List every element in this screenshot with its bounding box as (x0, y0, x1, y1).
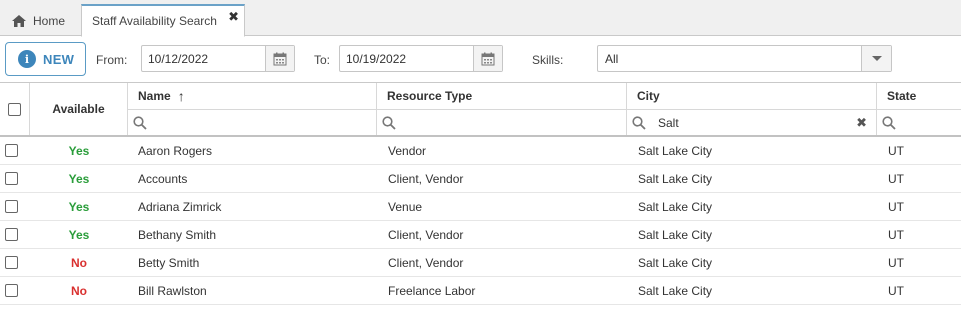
cell-resource-type: Client, Vendor (388, 256, 464, 270)
select-all-checkbox[interactable] (8, 102, 21, 116)
cell-resource-type: Venue (388, 200, 423, 214)
from-calendar-button[interactable] (265, 46, 294, 71)
tab-home[interactable]: Home (12, 5, 65, 36)
skills-select-value: All (605, 51, 619, 66)
column-header-resource-type[interactable]: Resource Type (377, 83, 627, 109)
cell-city: Salt Lake City (638, 200, 713, 214)
from-label: From: (96, 53, 128, 67)
search-icon (133, 115, 147, 130)
home-icon (12, 14, 26, 27)
column-header-state[interactable]: State (877, 83, 961, 109)
table-row[interactable]: Yes Adriana Zimrick Venue Salt Lake City UT (0, 193, 961, 221)
cell-name: Aaron Rogers (138, 144, 213, 158)
row-checkbox[interactable] (5, 256, 18, 269)
cell-resource-type: Client, Vendor (388, 228, 464, 242)
tab-home-label: Home (33, 13, 66, 28)
search-icon (882, 115, 896, 130)
cell-resource-type: Client, Vendor (388, 172, 464, 186)
cell-state: UT (888, 144, 904, 158)
cell-state: UT (888, 200, 904, 214)
search-icon (382, 115, 396, 130)
cell-city: Salt Lake City (638, 284, 713, 298)
cell-state: UT (888, 228, 904, 242)
table-row[interactable]: Yes Accounts Client, Vendor Salt Lake City U… (0, 165, 961, 193)
staff-grid: Available Name ↑ Resource Type City Stat… (0, 82, 961, 315)
column-header-available[interactable]: Available (30, 83, 128, 135)
cell-resource-type: Freelance Labor (388, 284, 476, 298)
cell-name: Bill Rawlston (138, 284, 207, 298)
search-icon (632, 115, 646, 130)
column-header-name[interactable]: Name ↑ (128, 83, 377, 109)
cell-name: Adriana Zimrick (138, 200, 222, 214)
tab-bar: Home Staff Availability Search ✖ (0, 0, 961, 37)
cell-available: Yes (68, 144, 90, 158)
cell-name: Accounts (138, 172, 188, 186)
row-checkbox[interactable] (5, 228, 18, 241)
cell-state: UT (888, 284, 904, 298)
to-calendar-button[interactable] (473, 46, 502, 71)
tab-active-label: Staff Availability Search (92, 14, 217, 28)
clear-filter-icon[interactable]: ✖ (856, 115, 867, 131)
skills-label: Skills: (532, 53, 564, 67)
column-city-label: City (637, 89, 660, 103)
select-all-header (0, 83, 30, 135)
cell-city: Salt Lake City (638, 144, 713, 158)
state-filter-input[interactable] (877, 109, 961, 135)
column-header-city[interactable]: City (627, 83, 877, 109)
column-name-label: Name (138, 89, 171, 103)
name-filter-input[interactable] (128, 109, 377, 135)
row-checkbox[interactable] (5, 200, 18, 213)
cell-name: Bethany Smith (138, 228, 217, 242)
table-row[interactable]: No Bill Rawlston Freelance Labor Salt Lake … (0, 277, 961, 305)
cell-city: Salt Lake City (638, 256, 713, 270)
cell-resource-type: Vendor (388, 144, 427, 158)
info-icon: i (18, 50, 36, 68)
tab-staff-availability-search[interactable]: Staff Availability Search ✖ (81, 4, 245, 37)
to-label: To: (314, 53, 331, 67)
column-state-label: State (887, 89, 917, 103)
calendar-icon (481, 52, 495, 65)
cell-city: Salt Lake City (638, 172, 713, 186)
cell-state: UT (888, 256, 904, 270)
toolbar: i NEW From: 10/12/2022 To: 10/19/2022 Sk… (0, 37, 961, 82)
table-row[interactable]: Yes Aaron Rogers Vendor Salt Lake City UT (0, 137, 961, 165)
chevron-down-icon (871, 56, 882, 61)
cell-city: Salt Lake City (638, 228, 713, 242)
city-filter-input[interactable]: Salt ✖ (627, 109, 877, 135)
cell-available: No (71, 256, 87, 270)
column-available-label: Available (52, 102, 105, 116)
cell-available: No (71, 284, 87, 298)
table-row[interactable]: No Betty Smith Client, Vendor Salt Lake Cit… (0, 249, 961, 277)
to-date-value: 10/19/2022 (346, 51, 407, 66)
cell-state: UT (888, 172, 904, 186)
resource-type-filter-input[interactable] (377, 109, 627, 135)
calendar-icon (273, 52, 287, 65)
cell-available: Yes (68, 228, 90, 242)
new-button[interactable]: i NEW (5, 42, 86, 76)
new-button-label: NEW (43, 51, 75, 67)
cell-available: Yes (68, 172, 90, 186)
column-resource-type-label: Resource Type (387, 89, 473, 103)
row-checkbox[interactable] (5, 172, 18, 185)
row-checkbox[interactable] (5, 144, 18, 157)
cell-available: Yes (68, 200, 90, 214)
row-checkbox[interactable] (5, 284, 18, 297)
tab-close-icon[interactable]: ✖ (228, 9, 239, 25)
table-row[interactable]: Yes Bethany Smith Client, Vendor Salt Lake … (0, 221, 961, 249)
city-filter-value: Salt (658, 115, 679, 130)
skills-dropdown-button[interactable] (861, 46, 891, 71)
from-date-field[interactable]: 10/12/2022 (141, 45, 295, 72)
skills-select[interactable]: All (597, 45, 892, 72)
sort-ascending-icon: ↑ (177, 88, 185, 104)
cell-name: Betty Smith (138, 256, 200, 270)
from-date-value: 10/12/2022 (148, 51, 209, 66)
to-date-field[interactable]: 10/19/2022 (339, 45, 503, 72)
